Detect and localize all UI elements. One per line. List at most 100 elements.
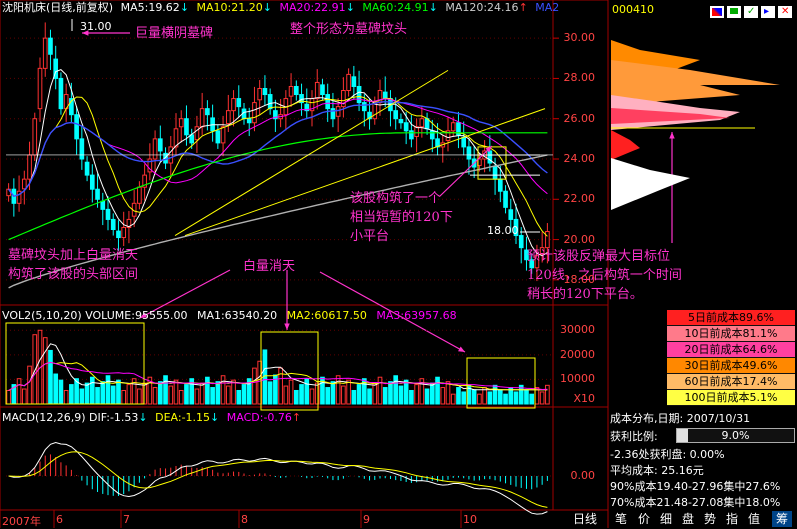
candle-body — [351, 76, 357, 87]
candle-body — [492, 165, 498, 180]
vol-ma3: MA3:63957.68 — [376, 309, 457, 322]
volume-bar — [42, 337, 48, 405]
volume-bar — [524, 389, 529, 405]
candle-body — [497, 178, 503, 192]
candle-body — [257, 88, 263, 101]
macd-value: MACD:-0.76 — [226, 411, 292, 424]
annotation-tombstone: 巨量横阴墓碑 — [135, 26, 214, 41]
chart-icon[interactable] — [710, 6, 724, 18]
candle-body — [121, 226, 127, 239]
tab-4[interactable]: 盘 — [678, 511, 698, 527]
volume-bar — [435, 376, 440, 405]
candle-body — [116, 230, 121, 239]
candle-body — [42, 37, 48, 69]
toolbar-icons: ✓ ▸ ✕ — [710, 3, 792, 22]
volume-bar — [137, 388, 142, 405]
volume-bar — [335, 375, 341, 405]
cost-row[interactable]: 5日前成本89.6% — [667, 310, 795, 326]
candle-body — [100, 200, 106, 210]
date-tick-label: 9 — [363, 513, 370, 526]
tab-7[interactable]: 值 — [744, 511, 764, 527]
candle-body — [178, 118, 184, 128]
tab-3[interactable]: 细 — [656, 511, 676, 527]
ma60-label: MA60:24.91 — [362, 1, 429, 14]
annotation-forecast: 预计该股反弹最大目标位 120线，之后构筑一个时间 稍长的120下平台。 — [527, 249, 682, 302]
chip-red — [611, 130, 640, 160]
ma120-label: MA120:24.16 — [445, 1, 519, 14]
volume-bar — [116, 379, 121, 405]
volume-bar — [487, 391, 493, 405]
volume-bar — [157, 381, 163, 405]
arrow-volume-mid-head — [284, 323, 290, 330]
tab-0[interactable]: 日线 — [568, 511, 602, 527]
cost-row[interactable]: 30日前成本49.6% — [667, 358, 795, 374]
candle-body — [429, 130, 435, 140]
candle-body — [137, 186, 142, 204]
cost-row[interactable]: 60日前成本17.4% — [667, 374, 795, 390]
volume-bar — [194, 388, 200, 405]
date-tick-label: 6 — [56, 513, 63, 526]
price-tick-label: 30.00 — [563, 31, 596, 45]
close-icon[interactable]: ✕ — [778, 6, 792, 18]
volume-bar — [236, 389, 242, 405]
volume-bar — [168, 385, 174, 405]
volume-bar — [63, 389, 69, 405]
cost-row[interactable]: 100日前成本5.1% — [667, 390, 795, 406]
volume-bar — [293, 389, 299, 405]
volume-bar — [299, 384, 304, 405]
candle-body — [450, 122, 456, 132]
arrow-icon[interactable]: ▸ — [761, 6, 775, 18]
check-icon[interactable]: ✓ — [744, 6, 758, 18]
volume-bar — [429, 382, 435, 405]
cost-title: 成本分布,日期: 2007/10/31 — [610, 412, 751, 425]
volume-bar — [205, 376, 210, 405]
date-tick-label: 2007年 — [2, 515, 41, 528]
date-tick-label: 8 — [241, 513, 248, 526]
volume-bar — [21, 388, 27, 405]
candle-body — [461, 136, 467, 148]
price-tick-label: 28.00 — [563, 71, 596, 85]
candle-body — [79, 138, 85, 160]
volume-bar — [16, 378, 22, 405]
cost-90: 90%成本19.40-27.96集中27.6% — [610, 480, 781, 493]
vol-label: VOL2(5,10,20) — [2, 309, 82, 322]
flag-icon[interactable] — [727, 6, 741, 18]
candle-body — [314, 81, 320, 100]
tab-8[interactable]: 筹 — [772, 511, 792, 527]
candle-body — [84, 161, 90, 176]
macd-zero-label: 0.00 — [570, 469, 596, 482]
candle-body — [293, 85, 299, 96]
price-tick-label: 24.00 — [563, 152, 596, 165]
volume-bar — [220, 375, 226, 405]
cost-row[interactable]: 10日前成本81.1% — [667, 326, 795, 342]
volume-bar — [450, 393, 456, 405]
volume-bar — [539, 391, 545, 405]
candle-body — [231, 98, 236, 112]
candle-body — [262, 88, 268, 96]
volume-header: VOL2(5,10,20) VOLUME:95555.00 MA1:63540.… — [2, 309, 457, 323]
profit-ratio-fill — [677, 429, 688, 442]
volume-bar — [142, 382, 147, 405]
tab-2[interactable]: 价 — [634, 511, 654, 527]
volume-bar — [89, 376, 95, 405]
ma2-line — [8, 100, 548, 198]
candle-body — [152, 138, 158, 160]
tab-6[interactable]: 指 — [722, 511, 742, 527]
volume-bar — [492, 384, 498, 405]
cost-row[interactable]: 20日前成本64.6% — [667, 342, 795, 358]
volume-bar — [356, 384, 362, 405]
volume-bar — [497, 389, 503, 405]
annotation-white-volume: 白量消天 — [243, 259, 296, 274]
tab-1[interactable]: 笔 — [611, 511, 631, 527]
low-price-label: 18.00 — [487, 224, 519, 237]
candle-body — [37, 67, 43, 110]
high-price-label: 31.00 — [80, 20, 112, 33]
price-tick-label: 20.00 — [563, 232, 596, 246]
candle-body — [320, 84, 325, 96]
tab-5[interactable]: 势 — [700, 511, 720, 527]
volume-bar — [225, 385, 231, 405]
candle-body — [288, 85, 294, 97]
volume-bar — [309, 388, 315, 405]
volume-bar — [184, 384, 189, 405]
volume-bar — [545, 384, 550, 405]
